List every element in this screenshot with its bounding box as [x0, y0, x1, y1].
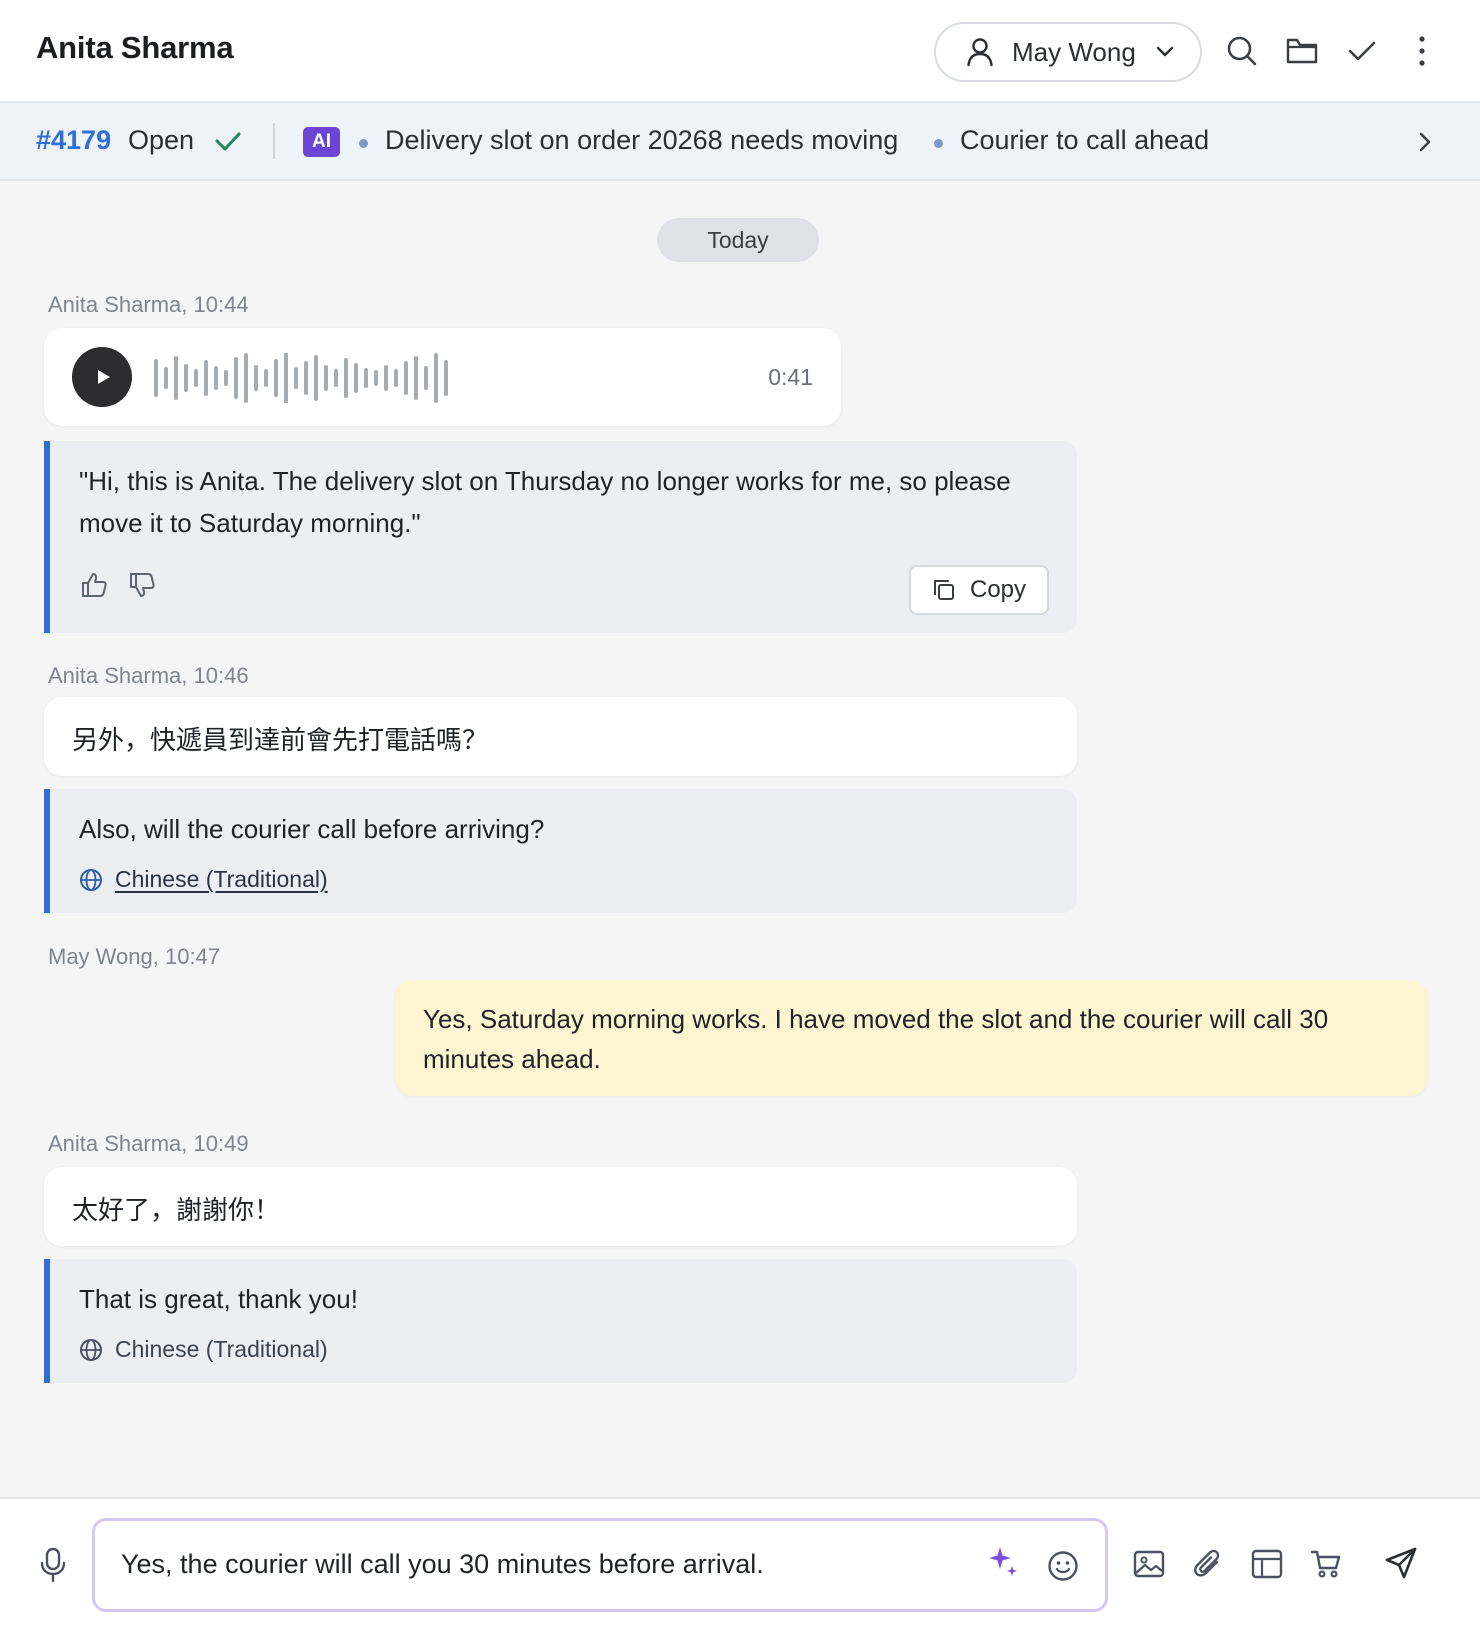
language-label[interactable]: Chinese (Traditional)	[115, 866, 328, 893]
translation-language[interactable]: Chinese (Traditional)	[79, 866, 328, 893]
transcript-text: "Hi, this is Anita. The delivery slot on…	[79, 466, 1011, 538]
template-icon[interactable]	[1251, 1549, 1283, 1579]
thumbs-up-icon[interactable]	[80, 571, 108, 599]
paperclip-icon[interactable]	[1193, 1547, 1223, 1581]
message-text: Yes, Saturday morning works. I have move…	[423, 1004, 1329, 1074]
language-label: Chinese (Traditional)	[115, 1336, 328, 1362]
voice-transcript: "Hi, this is Anita. The delivery slot on…	[44, 441, 1077, 633]
ai-badge: AI	[303, 127, 340, 157]
folder-icon[interactable]	[1285, 34, 1319, 68]
date-divider: Today	[657, 218, 819, 262]
divider	[273, 123, 275, 159]
send-icon[interactable]	[1384, 1546, 1418, 1580]
copy-button[interactable]: Copy	[909, 565, 1049, 615]
translation-text: Also, will the courier call before arriv…	[79, 814, 545, 844]
summary-item: Courier to call ahead	[960, 125, 1210, 155]
ticket-id[interactable]: #4179	[36, 125, 111, 156]
message-meta: Anita Sharma, 10:49	[48, 1131, 249, 1156]
sparkle-icon[interactable]	[988, 1545, 1018, 1577]
globe-icon	[80, 1338, 102, 1361]
copy-label: Copy	[969, 576, 1027, 603]
summary-bullet	[359, 139, 368, 148]
ticket-summary-bar[interactable]: #4179 Open AI Delivery slot on order 202…	[0, 103, 1480, 181]
message-composer: Yes, the courier will call you 30 minute…	[0, 1497, 1480, 1644]
search-icon[interactable]	[1225, 34, 1259, 68]
translation-block: That is great, thank you! Chinese (Tradi…	[44, 1259, 1077, 1383]
play-icon[interactable]	[72, 347, 132, 407]
voice-duration: 0:41	[768, 364, 813, 390]
translation-text: That is great, thank you!	[79, 1284, 358, 1314]
message-meta: May Wong, 10:47	[48, 944, 221, 969]
message-meta: Anita Sharma, 10:44	[48, 292, 249, 317]
translation-language: Chinese (Traditional)	[79, 1336, 328, 1363]
microphone-icon[interactable]	[38, 1547, 68, 1583]
globe-icon	[80, 868, 102, 891]
cart-icon[interactable]	[1310, 1548, 1342, 1580]
voice-message: 0:41	[44, 328, 841, 426]
assignee-name: May Wong	[1012, 36, 1136, 67]
message-text: 太好了，謝謝你！	[72, 1195, 281, 1225]
summary-bullet	[934, 139, 943, 148]
thumbs-down-icon[interactable]	[128, 571, 156, 599]
emoji-icon[interactable]	[1047, 1550, 1079, 1582]
agent-message: Yes, Saturday morning works. I have move…	[395, 980, 1428, 1096]
translation-block: Also, will the courier call before arriv…	[44, 789, 1077, 913]
conversation-header: Anita Sharma May Wong	[0, 0, 1480, 103]
chevron-down-icon	[1156, 46, 1173, 57]
status-check-icon	[215, 132, 241, 151]
image-icon[interactable]	[1133, 1549, 1165, 1579]
draft-text[interactable]: Yes, the courier will call you 30 minute…	[121, 1549, 764, 1580]
message-meta: Anita Sharma, 10:46	[48, 663, 249, 688]
assignee-dropdown[interactable]: May Wong	[934, 22, 1202, 82]
message-text: 另外，快遞員到達前會先打電話嗎？	[72, 725, 489, 755]
ticket-status: Open	[128, 125, 195, 155]
copy-icon	[933, 580, 954, 600]
chevron-right-icon[interactable]	[1418, 131, 1432, 153]
summary-item: Delivery slot on order 20268 needs movin…	[385, 125, 899, 155]
more-icon[interactable]	[1405, 34, 1439, 68]
customer-message: 另外，快遞員到達前會先打電話嗎？	[44, 697, 1077, 776]
message-input[interactable]: Yes, the courier will call you 30 minute…	[92, 1518, 1108, 1612]
audio-waveform[interactable]	[152, 353, 462, 403]
customer-message: 太好了，謝謝你！	[44, 1167, 1077, 1246]
contact-name: Anita Sharma	[36, 30, 234, 65]
check-icon[interactable]	[1345, 34, 1379, 68]
person-icon	[967, 38, 993, 67]
